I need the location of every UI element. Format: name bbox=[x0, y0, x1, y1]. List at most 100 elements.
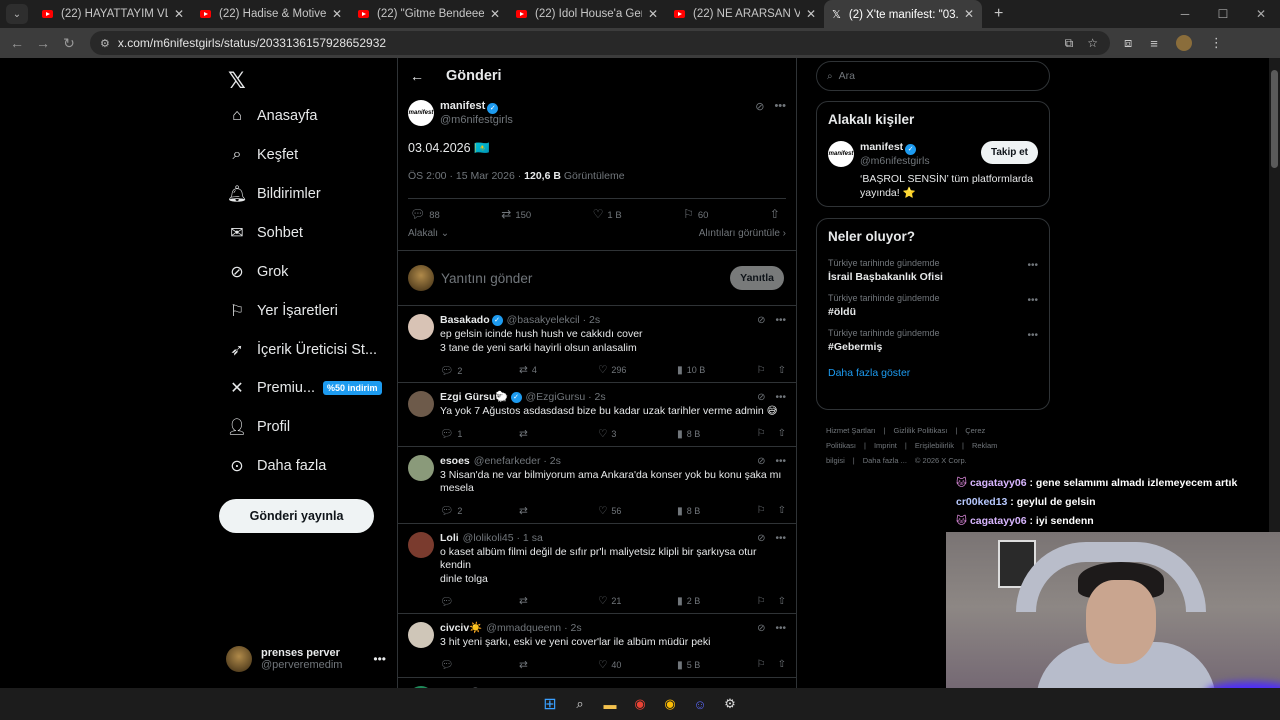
minimize-icon[interactable]: ─ bbox=[1166, 7, 1204, 21]
share-icon[interactable]: ⇧ bbox=[778, 505, 786, 516]
share-icon[interactable]: ⇧ bbox=[778, 428, 786, 439]
repost-action[interactable]: ⇄ 150 bbox=[501, 207, 531, 221]
x-logo-icon[interactable]: 𝕏 bbox=[228, 68, 246, 94]
bookmark-icon[interactable]: ⚐ bbox=[757, 365, 766, 376]
reply-author[interactable]: civciv☀️ bbox=[440, 622, 482, 635]
search-icon[interactable]: ⌕ bbox=[569, 693, 591, 715]
search-input[interactable]: ⌕ Ara bbox=[816, 61, 1050, 91]
menu-icon[interactable]: ⋮ bbox=[1210, 35, 1223, 51]
repost-action[interactable]: ⇄ bbox=[519, 595, 598, 607]
follow-button[interactable]: Takip et bbox=[980, 141, 1038, 164]
like-action[interactable]: ♡ 56 bbox=[598, 505, 677, 517]
footer-link[interactable]: © 2026 X Corp. bbox=[915, 456, 967, 465]
reply-input[interactable]: Yanıtını gönder bbox=[441, 271, 532, 286]
reply-item[interactable]: civciv☀️ @mmadqueenn · 2s ⊘ ••• 3 hit yeni ş… bbox=[398, 614, 796, 678]
url-input[interactable]: ⚙ x.com/m6nifestgirls/status/20331361579… bbox=[90, 31, 1110, 55]
footer-link[interactable]: Gizlilik Politikası bbox=[894, 426, 948, 435]
more-horizontal-icon[interactable]: ••• bbox=[1027, 330, 1038, 341]
footer-link[interactable]: Imprint bbox=[874, 441, 897, 450]
back-icon[interactable]: ← bbox=[4, 35, 30, 51]
trend-item[interactable]: Türkiye tarihinde gündemde İsrail Başbaka… bbox=[828, 258, 1038, 283]
extensions-icon[interactable]: ⧈ bbox=[1124, 35, 1132, 51]
show-more-link[interactable]: Daha fazla göster bbox=[828, 367, 1038, 379]
tab-2[interactable]: (22) "Gitme Bendeeen" Kick & Tw ✕ bbox=[350, 0, 508, 28]
nav-more[interactable]: ⊙ Daha fazla bbox=[228, 451, 326, 481]
bookmark-icon[interactable]: ⚐ bbox=[757, 505, 766, 516]
more-horizontal-icon[interactable]: ••• bbox=[373, 652, 386, 666]
close-icon[interactable]: ✕ bbox=[964, 7, 974, 21]
avatar[interactable]: manifest bbox=[408, 100, 434, 126]
tab-0[interactable]: (22) HAYATTAYIM VLOG - YouTu ✕ bbox=[34, 0, 192, 28]
reply-item[interactable]: esoes @enefarkeder · 2s ⊘ ••• 3 Nisan'da ne … bbox=[398, 447, 796, 524]
repost-action[interactable]: ⇄ bbox=[519, 428, 598, 440]
grok-icon[interactable]: ⊘ bbox=[757, 391, 765, 404]
nav-explore[interactable]: ⌕ Keşfet bbox=[228, 140, 299, 170]
close-icon[interactable]: ✕ bbox=[332, 7, 342, 21]
more-horizontal-icon[interactable]: ••• bbox=[1027, 260, 1038, 271]
more-horizontal-icon[interactable]: ••• bbox=[1027, 295, 1038, 306]
reply-author[interactable]: esoes bbox=[440, 455, 470, 468]
views-action[interactable]: ▮ 2 B bbox=[677, 595, 756, 607]
nav-messages[interactable]: ✉ Sohbet bbox=[228, 218, 303, 248]
person-row[interactable]: manifest manifest ✓ @m6nifestgirls Takip … bbox=[828, 141, 1038, 168]
avatar[interactable] bbox=[408, 622, 434, 648]
forward-icon[interactable]: → bbox=[30, 35, 56, 51]
file-explorer-icon[interactable]: ▬ bbox=[599, 693, 621, 715]
nav-bookmarks[interactable]: ⚐ Yer İşaretleri bbox=[228, 296, 338, 326]
grok-icon[interactable]: ⊘ bbox=[757, 314, 765, 327]
close-icon[interactable]: ✕ bbox=[806, 7, 816, 21]
nav-profile[interactable]: 👤︎ Profil bbox=[227, 412, 290, 442]
views-action[interactable]: ▮ 8 B bbox=[677, 505, 756, 517]
profile-avatar[interactable] bbox=[1175, 35, 1192, 51]
like-action[interactable]: ♡ 40 bbox=[598, 659, 677, 671]
avatar[interactable] bbox=[408, 314, 434, 340]
tab-search-button[interactable]: ⌄ bbox=[6, 4, 28, 24]
star-icon[interactable]: ☆ bbox=[1087, 36, 1098, 51]
views-action[interactable]: ▮ 8 B bbox=[677, 428, 756, 440]
grok-icon[interactable]: ⊘ bbox=[755, 100, 764, 113]
reply-author[interactable]: Ezgi Gürsu🐑 bbox=[440, 391, 509, 404]
reload-icon[interactable]: ↻ bbox=[56, 35, 82, 52]
close-icon[interactable]: ✕ bbox=[490, 7, 500, 21]
nav-notifications[interactable]: 🔔︎ Bildirimler bbox=[227, 179, 321, 209]
install-icon[interactable]: ⧉ bbox=[1065, 36, 1074, 51]
account-switcher[interactable]: prenses perver @perveremedim ••• bbox=[226, 644, 386, 674]
bookmark-action[interactable]: ⚐ 60 bbox=[683, 207, 708, 221]
views-action[interactable]: ▮ 5 B bbox=[677, 659, 756, 671]
chrome-alt-icon[interactable]: ◉ bbox=[659, 693, 681, 715]
like-action[interactable]: ♡ 296 bbox=[598, 364, 677, 376]
reply-item[interactable]: Basakado ✓ @basakyelekcil · 2s ⊘ ••• ep gelsi… bbox=[398, 306, 796, 383]
like-action[interactable]: ♡ 3 bbox=[598, 428, 677, 440]
reading-list-icon[interactable]: ≡ bbox=[1150, 36, 1158, 51]
view-quotes-link[interactable]: Alıntıları görüntüle › bbox=[699, 228, 786, 242]
more-horizontal-icon[interactable]: ••• bbox=[775, 455, 786, 468]
share-icon[interactable]: ⇧ bbox=[778, 365, 786, 376]
nav-premium[interactable]: ✕ Premiu... %50 indirim bbox=[228, 373, 382, 403]
tab-4[interactable]: (22) NE ARARSAN VAR BANA G ✕ bbox=[666, 0, 824, 28]
chrome-icon[interactable]: ◉ bbox=[629, 693, 651, 715]
settings-icon[interactable]: ⚙ bbox=[719, 693, 741, 715]
bookmark-icon[interactable]: ⚐ bbox=[757, 596, 766, 607]
reply-author[interactable]: Loli bbox=[440, 532, 459, 545]
discord-icon[interactable]: ☺ bbox=[689, 693, 711, 715]
trend-item[interactable]: Türkiye tarihinde gündemde #Gebermiş ••• bbox=[828, 328, 1038, 353]
grok-icon[interactable]: ⊘ bbox=[757, 622, 765, 635]
repost-action[interactable]: ⇄ bbox=[519, 659, 598, 671]
reply-action[interactable]: 💬︎ 1 bbox=[440, 427, 519, 440]
grok-icon[interactable]: ⊘ bbox=[757, 532, 765, 545]
reply-action[interactable]: 💬︎ bbox=[440, 595, 519, 608]
tab-3[interactable]: (22) İdol House'a Geri Sayım Ba ✕ bbox=[508, 0, 666, 28]
reply-action[interactable]: 💬︎ 2 bbox=[440, 364, 519, 377]
share-action[interactable]: ⇧ bbox=[770, 207, 784, 221]
avatar[interactable]: manifest bbox=[828, 141, 854, 167]
windows-start-icon[interactable]: ⊞ bbox=[539, 693, 561, 715]
avatar[interactable] bbox=[408, 454, 434, 481]
tab-1[interactable]: (22) Hadise & Motive | Küçük B ✕ bbox=[192, 0, 350, 28]
avatar[interactable] bbox=[408, 531, 434, 558]
like-action[interactable]: ♡ 1 B bbox=[593, 207, 622, 221]
footer-link[interactable]: Hizmet Şartları bbox=[826, 426, 876, 435]
scrollbar-thumb[interactable] bbox=[1271, 70, 1278, 168]
views-action[interactable]: ▮ 10 B bbox=[677, 364, 756, 376]
nav-creator-studio[interactable]: ➶ İçerik Üreticisi St... bbox=[228, 335, 377, 365]
close-icon[interactable]: ✕ bbox=[648, 7, 658, 21]
